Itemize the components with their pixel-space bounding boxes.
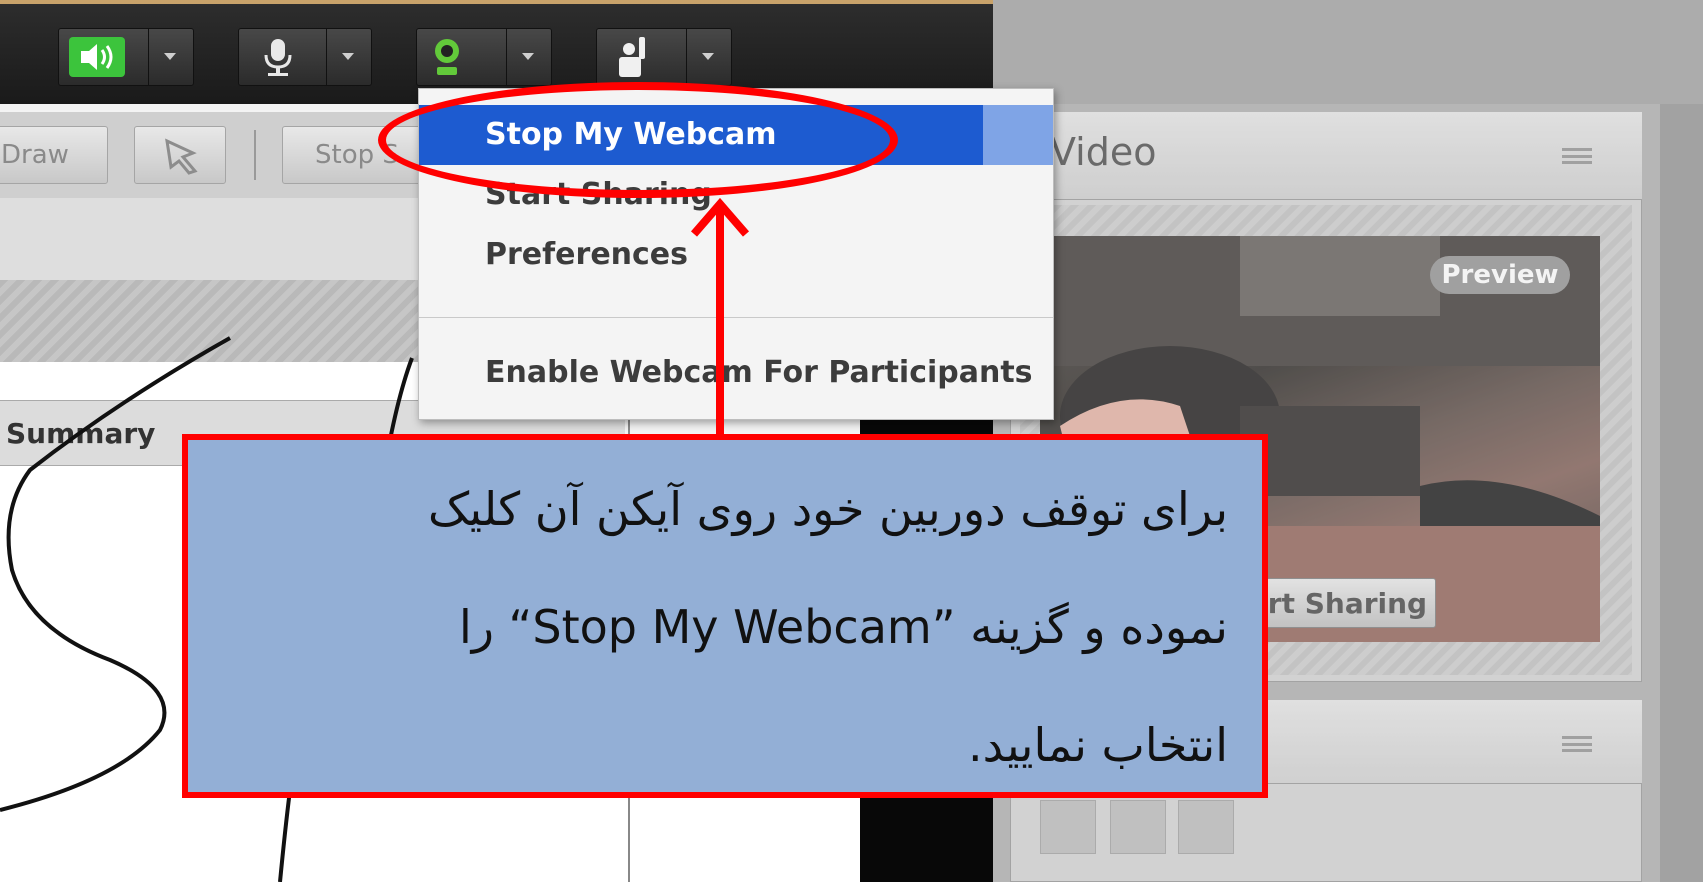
microphone-dropdown-arrow[interactable] [326,29,371,85]
callout-line-1: برای توقف دوربین خود روی آیکن آن کلیک [428,482,1228,536]
menu-item-enable-webcam-participants[interactable]: Enable Webcam For Participants [419,343,1053,403]
draw-button-label: Draw [1,140,69,170]
callout-line-2: نموده و گزینه ”Stop My Webcam“ را [458,600,1228,654]
raise-hand-dropdown-arrow[interactable] [686,29,731,85]
annotation-arrow-shaft [716,210,724,440]
callout-line-3: انتخاب نمایید. [968,718,1228,772]
menu-item-label: Enable Webcam For Participants [485,355,1033,390]
menu-separator [419,317,1053,318]
instruction-callout: برای توقف دوربین خود روی آیکن آن کلیک نم… [182,434,1268,798]
speaker-button[interactable] [58,28,194,86]
pointer-button[interactable] [134,126,226,184]
raise-hand-icon [605,35,665,79]
toolbar-divider [254,130,256,180]
speaker-icon [67,35,127,79]
microphone-button[interactable] [238,28,372,86]
microphone-icon [247,35,307,79]
webcam-dropdown-arrow[interactable] [506,29,551,85]
raise-hand-button[interactable] [596,28,732,86]
pointer-icon [165,138,198,175]
draw-button[interactable]: Draw [0,126,108,184]
menu-item-label: Preferences [485,237,689,272]
webcam-icon [425,35,485,79]
annotation-arrowhead-icon [690,198,750,237]
highlight-ellipse [378,82,898,198]
webcam-button[interactable] [416,28,552,86]
speaker-dropdown-arrow[interactable] [148,29,193,85]
